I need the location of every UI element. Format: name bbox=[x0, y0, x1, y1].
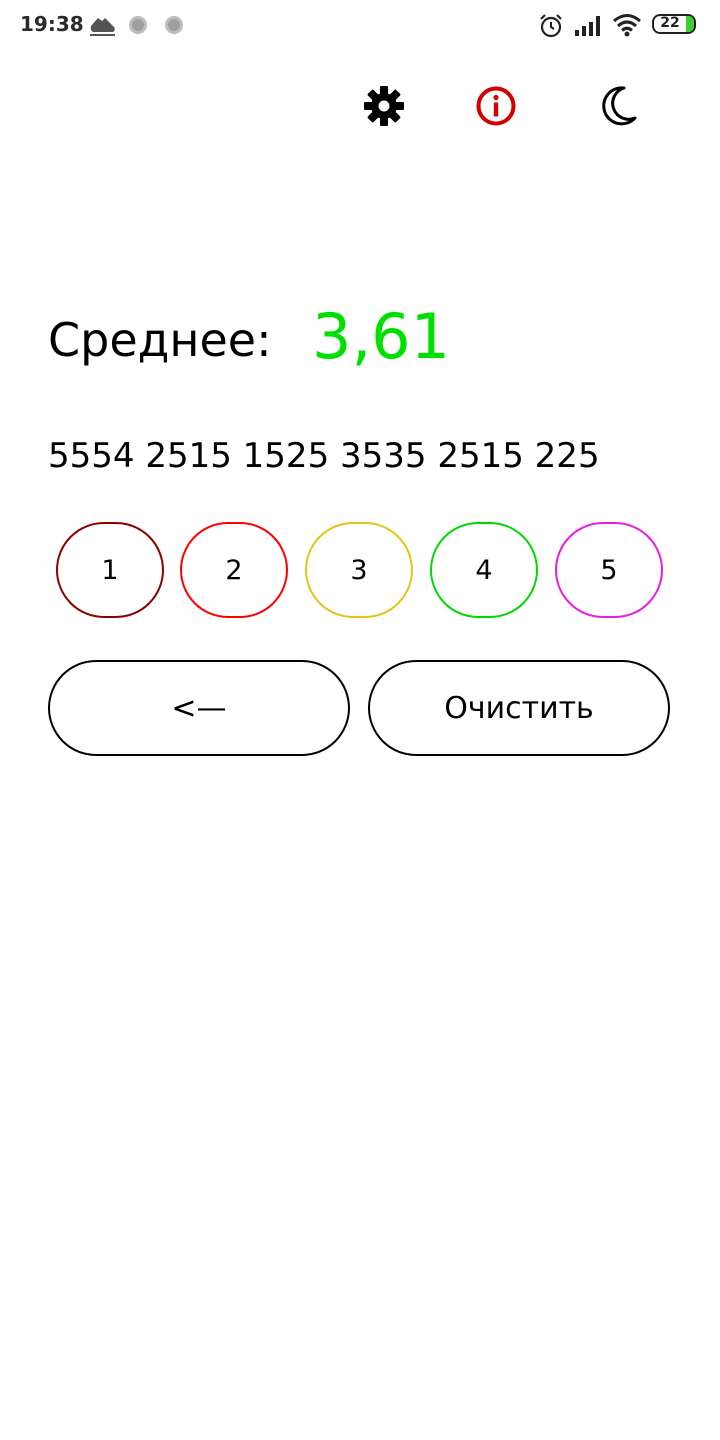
status-time: 19:38 bbox=[20, 12, 84, 36]
signal-icon bbox=[574, 14, 604, 40]
battery-level: 22 bbox=[660, 15, 680, 31]
clear-label: Очистить bbox=[444, 690, 594, 726]
grade-button-label: 1 bbox=[101, 554, 119, 586]
moon-icon[interactable] bbox=[594, 82, 642, 130]
grade-button-label: 3 bbox=[350, 554, 368, 586]
grade-button-4[interactable]: 4 bbox=[430, 522, 538, 618]
battery-fill bbox=[686, 16, 694, 32]
notification-dot-icon bbox=[128, 15, 148, 39]
grade-button-3[interactable]: 3 bbox=[305, 522, 413, 618]
grade-button-label: 4 bbox=[475, 554, 493, 586]
backspace-button[interactable]: <— bbox=[48, 660, 350, 756]
grade-button-1[interactable]: 1 bbox=[56, 522, 164, 618]
clear-button[interactable]: Очистить bbox=[368, 660, 670, 756]
wifi-icon bbox=[612, 13, 642, 41]
battery-icon: 22 bbox=[652, 14, 696, 34]
average-value: 3,61 bbox=[312, 300, 451, 373]
grade-button-label: 5 bbox=[600, 554, 618, 586]
notification-dot-icon bbox=[164, 15, 184, 39]
gear-icon[interactable] bbox=[360, 82, 408, 130]
grade-button-5[interactable]: 5 bbox=[555, 522, 663, 618]
status-bar: 19:38 22 bbox=[0, 0, 720, 52]
alarm-icon bbox=[538, 13, 564, 43]
running-shoe-icon bbox=[88, 12, 118, 42]
entered-grades-text: 5554 2515 1525 3535 2515 225 bbox=[48, 436, 600, 476]
backspace-label: <— bbox=[171, 690, 227, 726]
average-label: Среднее: bbox=[48, 313, 272, 367]
info-icon[interactable] bbox=[472, 82, 520, 130]
grade-button-label: 2 bbox=[225, 554, 243, 586]
grade-button-2[interactable]: 2 bbox=[180, 522, 288, 618]
